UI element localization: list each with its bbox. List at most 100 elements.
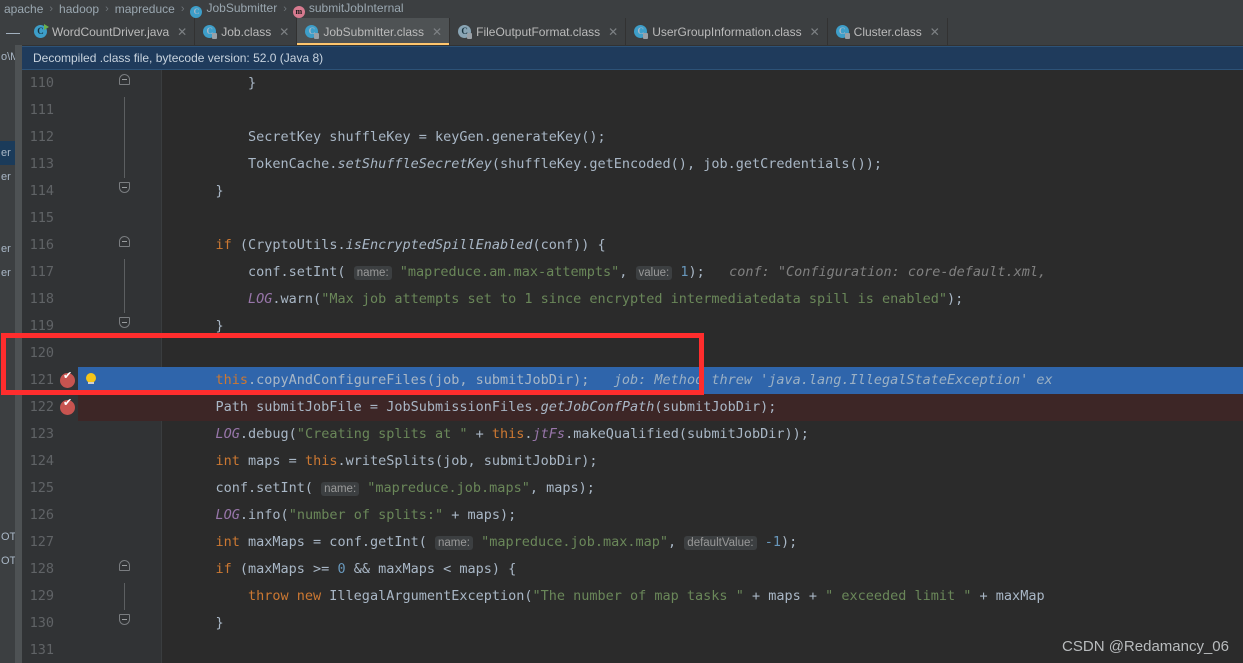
- gutter-icon-column[interactable]: [78, 448, 107, 475]
- code-fold-column[interactable]: [107, 70, 133, 97]
- gutter-icon-column[interactable]: [78, 610, 107, 637]
- breakpoint-verified-icon[interactable]: [60, 369, 75, 388]
- code-editor[interactable]: 110 } 111 112 SecretKey shuffleKey = keyGe…: [22, 70, 1243, 663]
- editor-tab[interactable]: C JobSubmitter.class ✕: [297, 18, 451, 45]
- close-icon[interactable]: ✕: [432, 25, 442, 39]
- gutter-icon-column[interactable]: [78, 232, 107, 259]
- line-number-gutter[interactable]: 122: [22, 394, 78, 421]
- breadcrumb-item-submitjobinternal[interactable]: m submitJobInternal: [291, 1, 406, 18]
- annotation-column[interactable]: [133, 583, 161, 610]
- annotation-column[interactable]: [133, 205, 161, 232]
- line-number-gutter[interactable]: 118: [22, 286, 78, 313]
- code-line[interactable]: 125 conf.setInt( name: "mapreduce.job.ma…: [22, 475, 1243, 502]
- breadcrumb-item-jobsubmitter[interactable]: C JobSubmitter: [188, 1, 279, 18]
- line-number-gutter[interactable]: 129: [22, 583, 78, 610]
- close-icon[interactable]: ✕: [177, 25, 187, 39]
- code-fold-column[interactable]: [107, 124, 133, 151]
- code-fold-column[interactable]: [107, 394, 133, 421]
- annotation-column[interactable]: [133, 556, 161, 583]
- line-number-gutter[interactable]: 113: [22, 151, 78, 178]
- line-number-gutter[interactable]: 121: [22, 367, 78, 394]
- code-line[interactable]: 127 int maxMaps = conf.getInt( name: "ma…: [22, 529, 1243, 556]
- gutter-icon-column[interactable]: [78, 637, 107, 663]
- project-panel-strip[interactable]: o\M er er er er OT. OT.: [0, 45, 22, 663]
- code-fold-column[interactable]: [107, 529, 133, 556]
- line-number-gutter[interactable]: 114: [22, 178, 78, 205]
- code-line[interactable]: 112 SecretKey shuffleKey = keyGen.genera…: [22, 124, 1243, 151]
- code-line[interactable]: 129 throw new IllegalArgumentException("…: [22, 583, 1243, 610]
- fold-toggle-icon[interactable]: [119, 560, 130, 571]
- gutter-icon-column[interactable]: [78, 286, 107, 313]
- code-fold-column[interactable]: [107, 286, 133, 313]
- code-line[interactable]: 128 if (maxMaps >= 0 && maxMaps < maps) …: [22, 556, 1243, 583]
- annotation-column[interactable]: [133, 448, 161, 475]
- code-line[interactable]: 119 }: [22, 313, 1243, 340]
- code-fold-column[interactable]: [107, 475, 133, 502]
- gutter-icon-column[interactable]: [78, 151, 107, 178]
- close-icon[interactable]: ✕: [810, 25, 820, 39]
- annotation-column[interactable]: [133, 637, 161, 663]
- code-line[interactable]: 115: [22, 205, 1243, 232]
- annotation-column[interactable]: [133, 286, 161, 313]
- annotation-column[interactable]: [133, 313, 161, 340]
- code-fold-column[interactable]: [107, 610, 133, 637]
- gutter-icon-column[interactable]: [78, 421, 107, 448]
- close-icon[interactable]: ✕: [608, 25, 618, 39]
- code-fold-column[interactable]: [107, 205, 133, 232]
- code-fold-column[interactable]: [107, 340, 133, 367]
- code-line[interactable]: 118 LOG.warn("Max job attempts set to 1 …: [22, 286, 1243, 313]
- code-fold-column[interactable]: [107, 367, 133, 394]
- code-fold-column[interactable]: [107, 448, 133, 475]
- gutter-icon-column[interactable]: [78, 556, 107, 583]
- gutter-icon-column[interactable]: [78, 502, 107, 529]
- gutter-icon-column[interactable]: [78, 178, 107, 205]
- line-number-gutter[interactable]: 123: [22, 421, 78, 448]
- code-fold-column[interactable]: [107, 556, 133, 583]
- fold-toggle-icon[interactable]: [119, 317, 130, 328]
- annotation-column[interactable]: [133, 97, 161, 124]
- close-icon[interactable]: ✕: [279, 25, 289, 39]
- annotation-column[interactable]: [133, 259, 161, 286]
- code-fold-column[interactable]: [107, 178, 133, 205]
- gutter-icon-column[interactable]: [78, 475, 107, 502]
- gutter-icon-column[interactable]: [78, 97, 107, 124]
- gutter-icon-column[interactable]: [78, 394, 107, 421]
- code-line[interactable]: 126 LOG.info("number of splits:" + maps)…: [22, 502, 1243, 529]
- gutter-icon-column[interactable]: [78, 70, 107, 97]
- line-number-gutter[interactable]: 125: [22, 475, 78, 502]
- breadcrumb-item-hadoop[interactable]: hadoop: [57, 2, 101, 16]
- gutter-icon-column[interactable]: [78, 205, 107, 232]
- annotation-column[interactable]: [133, 475, 161, 502]
- gutter-icon-column[interactable]: [78, 313, 107, 340]
- line-number-gutter[interactable]: 117: [22, 259, 78, 286]
- close-icon[interactable]: ✕: [930, 25, 940, 39]
- code-line[interactable]: 110 }: [22, 70, 1243, 97]
- code-line[interactable]: 114 }: [22, 178, 1243, 205]
- annotation-column[interactable]: [133, 529, 161, 556]
- code-fold-column[interactable]: [107, 637, 133, 663]
- annotation-column[interactable]: [133, 394, 161, 421]
- annotation-column[interactable]: [133, 70, 161, 97]
- code-line[interactable]: 124 int maps = this.writeSplits(job, sub…: [22, 448, 1243, 475]
- gutter-icon-column[interactable]: [78, 583, 107, 610]
- line-number-gutter[interactable]: 130: [22, 610, 78, 637]
- line-number-gutter[interactable]: 111: [22, 97, 78, 124]
- breadcrumb-item-mapreduce[interactable]: mapreduce: [113, 2, 177, 16]
- annotation-column[interactable]: [133, 124, 161, 151]
- fold-toggle-icon[interactable]: [119, 182, 130, 193]
- code-fold-column[interactable]: [107, 97, 133, 124]
- annotation-column[interactable]: [133, 340, 161, 367]
- gutter-icon-column[interactable]: [78, 529, 107, 556]
- fold-toggle-icon[interactable]: [119, 236, 130, 247]
- line-number-gutter[interactable]: 128: [22, 556, 78, 583]
- annotation-column[interactable]: [133, 502, 161, 529]
- gutter-icon-column[interactable]: [78, 259, 107, 286]
- line-number-gutter[interactable]: 131: [22, 637, 78, 663]
- code-fold-column[interactable]: [107, 151, 133, 178]
- collapse-icon[interactable]: —: [0, 18, 26, 45]
- annotation-column[interactable]: [133, 151, 161, 178]
- line-number-gutter[interactable]: 127: [22, 529, 78, 556]
- line-number-gutter[interactable]: 126: [22, 502, 78, 529]
- line-number-gutter[interactable]: 112: [22, 124, 78, 151]
- code-line[interactable]: 121 this.copyAndConfigureFiles(job, subm…: [22, 367, 1243, 394]
